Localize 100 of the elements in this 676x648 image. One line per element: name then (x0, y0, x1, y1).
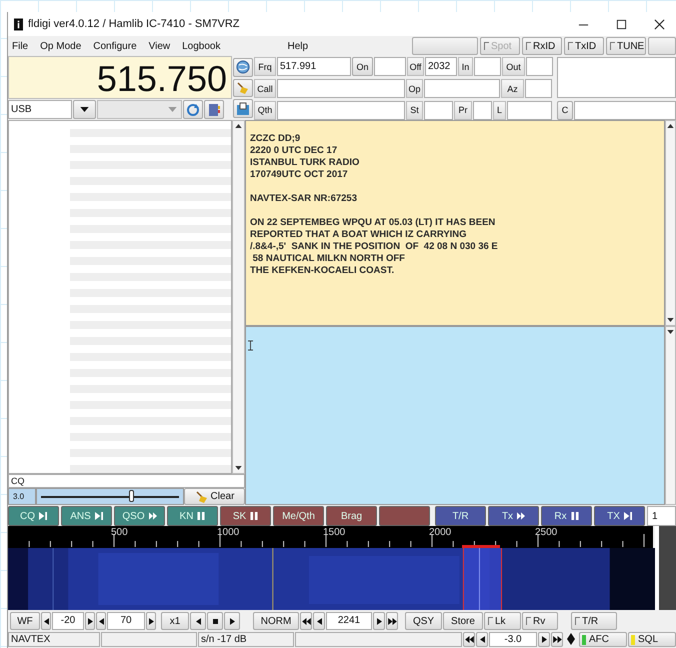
window-title: fldigi ver4.0.12 / Hamlib IC-7410 - SM7VRZ (28, 18, 240, 30)
macro-button[interactable]: SK (220, 506, 271, 526)
field-label: Qth (254, 100, 276, 120)
menu-item[interactable]: Help (288, 40, 308, 52)
close-icon[interactable] (654, 18, 665, 30)
lock-toggle[interactable]: Lk (484, 612, 521, 630)
checkbox[interactable] (526, 617, 531, 625)
zoom-button[interactable]: x1 (161, 612, 189, 630)
range-field[interactable]: 70 (107, 612, 145, 630)
menu-item[interactable]: Logbook (182, 40, 220, 52)
frequency-field[interactable]: 517.991 (277, 57, 351, 76)
on-button[interactable]: On (352, 57, 373, 76)
in-field[interactable] (474, 57, 501, 76)
time-off-field[interactable]: 2032 (425, 57, 457, 76)
save-icon (236, 102, 250, 116)
decrease-button[interactable] (96, 612, 106, 630)
caret-icon (80, 107, 89, 112)
message-line: NAVTEX-SAR NR:67253 (250, 193, 358, 205)
macro-button[interactable]: CQ (8, 506, 59, 526)
toggle-button[interactable]: TUNE (606, 37, 646, 55)
operator-field[interactable] (424, 79, 500, 98)
checkbox[interactable] (488, 617, 493, 625)
save-button[interactable] (233, 99, 253, 118)
macro-bank-field[interactable]: 1 (647, 506, 676, 526)
menu-item[interactable]: File (12, 40, 28, 52)
increase-button[interactable] (146, 612, 156, 630)
country-field[interactable] (574, 100, 676, 120)
macro-button[interactable]: ANS (61, 506, 112, 526)
squelch-slider[interactable] (36, 488, 184, 505)
cq-field[interactable]: CQ (8, 474, 245, 488)
checkbox[interactable] (568, 42, 573, 50)
speed-button[interactable]: NORM (253, 612, 299, 630)
toggle-button[interactable]: RxID (522, 37, 562, 55)
macro-button[interactable]: Tx (488, 506, 539, 526)
waterfall-button[interactable]: WF (10, 612, 40, 630)
afc-toggle[interactable]: AFC (579, 632, 627, 647)
qth-field[interactable] (277, 100, 405, 120)
rewind-icon (464, 636, 474, 643)
macro-button[interactable]: TX (594, 506, 645, 526)
increase-button[interactable] (373, 612, 385, 630)
clear-button[interactable]: Clear (184, 488, 245, 505)
right-button[interactable] (224, 612, 240, 630)
app-icon (14, 18, 23, 30)
mode-field[interactable]: USB (8, 100, 72, 119)
menu-item[interactable]: Configure (93, 40, 137, 52)
menu-item[interactable]: Op Mode (40, 40, 82, 52)
squelch-toggle[interactable]: SQL (628, 632, 676, 647)
c-button[interactable]: C (557, 100, 573, 120)
checkbox[interactable] (575, 617, 580, 625)
scrollbar[interactable] (232, 120, 245, 474)
macro-button[interactable]: KN (167, 506, 218, 526)
last-button[interactable] (551, 632, 563, 647)
macro-button[interactable]: QSO (114, 506, 165, 526)
azimuth-field[interactable] (525, 79, 552, 98)
out-field[interactable] (526, 57, 553, 76)
macro-button[interactable]: Brag (326, 506, 377, 526)
first-button[interactable] (300, 612, 312, 630)
notes-field[interactable] (557, 57, 676, 98)
refresh-button[interactable] (183, 100, 203, 119)
stop-button[interactable] (207, 612, 223, 630)
checkbox[interactable] (610, 42, 615, 50)
increase-button[interactable] (538, 632, 550, 647)
store-button[interactable]: Store (443, 612, 483, 630)
slider-thumb[interactable] (128, 490, 134, 502)
checkbox[interactable] (526, 42, 531, 50)
increase-button[interactable] (85, 612, 95, 630)
macro-button[interactable]: Rx (541, 506, 592, 526)
toggle-button[interactable]: TxID (564, 37, 604, 55)
tr-toggle[interactable]: T/R (571, 612, 617, 630)
carrier-field[interactable]: 2241 (326, 612, 372, 630)
notebook-button[interactable] (204, 100, 224, 119)
decrease-button[interactable] (476, 632, 488, 647)
macro-button[interactable]: T/R (435, 506, 486, 526)
menu-item[interactable]: View (148, 40, 170, 52)
first-button[interactable] (463, 632, 475, 647)
maximize-icon[interactable] (616, 18, 627, 30)
decrease-button[interactable] (41, 612, 51, 630)
decrease-button[interactable] (313, 612, 325, 630)
locator-field[interactable] (507, 100, 552, 120)
right-triangle-icon (376, 618, 382, 624)
reference-level-field[interactable]: -20 (52, 612, 84, 630)
mode-status: NAVTEX (8, 632, 100, 647)
globe-button[interactable] (233, 58, 253, 77)
qsy-button[interactable]: QSY (405, 612, 442, 630)
time-on-field[interactable] (374, 57, 406, 76)
macro-button[interactable]: Me/Qth (273, 506, 324, 526)
scrollbar[interactable] (665, 120, 676, 326)
diamond-icon[interactable] (567, 633, 575, 645)
scrollbar[interactable] (665, 326, 676, 505)
left-button[interactable] (190, 612, 206, 630)
left-triangle-icon (196, 618, 200, 624)
last-button[interactable] (386, 612, 398, 630)
call-field[interactable] (277, 79, 405, 98)
reverse-toggle[interactable]: Rv (522, 612, 558, 630)
field-label: Call (254, 79, 276, 98)
province-field[interactable] (473, 100, 492, 120)
offset-field[interactable]: -3.0 (489, 632, 537, 647)
state-field[interactable] (424, 100, 453, 120)
snr-status: s/n -17 dB (198, 632, 294, 647)
dropdown-button[interactable] (73, 100, 96, 119)
